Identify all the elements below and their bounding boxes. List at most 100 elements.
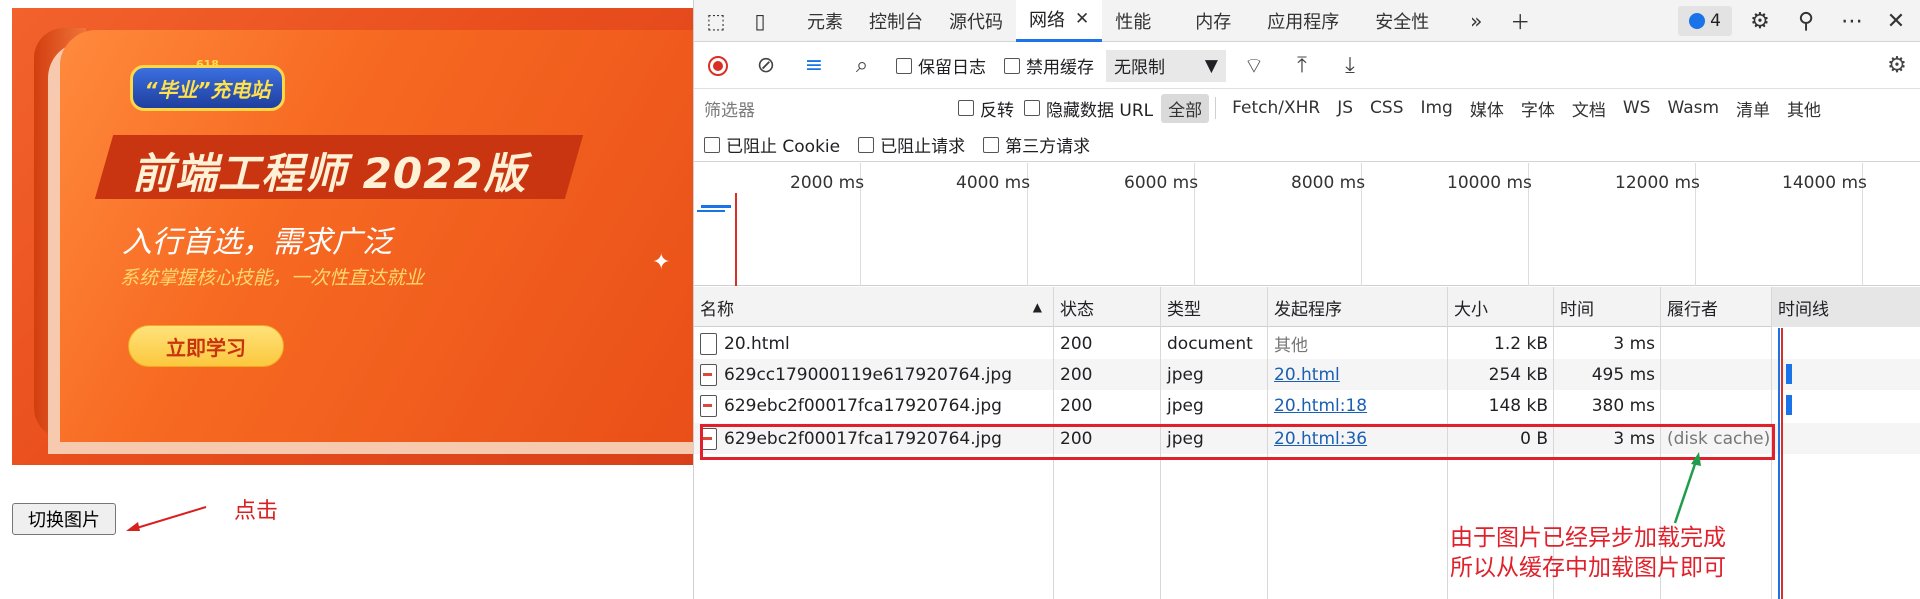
- filter-type-font[interactable]: 字体: [1514, 94, 1562, 123]
- request-type: document: [1167, 333, 1253, 354]
- add-tab-icon[interactable]: ＋: [1498, 0, 1542, 42]
- invert-checkbox[interactable]: 反转: [958, 96, 1014, 121]
- filter-type-js[interactable]: JS: [1330, 96, 1360, 120]
- request-type: jpeg: [1167, 364, 1204, 385]
- inspect-element-icon[interactable]: ⬚: [694, 0, 738, 42]
- cache-explanation-note: 由于图片已经异步加载完成 所以从缓存中加载图片即可: [1450, 523, 1726, 583]
- tab-network-label: 网络: [1029, 10, 1065, 31]
- overview-tick-label: 2000 ms: [790, 173, 865, 193]
- preserve-log-box[interactable]: [896, 57, 912, 74]
- third-party-checkbox[interactable]: 第三方请求: [983, 132, 1090, 157]
- overview-bar: [697, 210, 725, 212]
- import-har-icon[interactable]: ⤒: [1278, 43, 1326, 89]
- column-time[interactable]: 时间: [1554, 287, 1594, 327]
- disable-cache-label: 禁用缓存: [1026, 58, 1094, 78]
- customize-icon[interactable]: ⚲: [1786, 0, 1826, 42]
- filter-type-img[interactable]: Img: [1413, 96, 1459, 120]
- overview-bar: [701, 205, 731, 208]
- arrow-annotation-icon: [1673, 452, 1701, 524]
- request-name: 20.html: [724, 333, 790, 354]
- issues-badge[interactable]: 4: [1678, 6, 1732, 36]
- overview-tick-label: 12000 ms: [1615, 173, 1700, 193]
- hide-data-urls-checkbox[interactable]: 隐藏数据 URL: [1024, 96, 1153, 121]
- filter-type-ws[interactable]: WS: [1616, 96, 1658, 120]
- filter-icon[interactable]: ≡: [790, 43, 838, 89]
- initiator-link[interactable]: 20.html: [1274, 365, 1340, 385]
- sort-ascending-icon: ▲: [1032, 300, 1042, 314]
- image-file-icon: [700, 394, 717, 417]
- learn-now-button[interactable]: 立即学习: [128, 325, 284, 367]
- network-conditions-icon[interactable]: ⌔: [1230, 43, 1278, 89]
- blocked-requests-label: 已阻止请求: [880, 137, 966, 157]
- banner-subtitle: 入行首选，需求广泛: [122, 225, 392, 260]
- overview-tick-label: 4000 ms: [956, 173, 1031, 193]
- blocked-requests-checkbox[interactable]: 已阻止请求: [858, 132, 965, 157]
- search-icon[interactable]: ⌕: [838, 43, 886, 89]
- close-devtools-icon[interactable]: ✕: [1876, 0, 1916, 42]
- close-icon[interactable]: ✕: [1075, 9, 1089, 29]
- filter-type-media[interactable]: 媒体: [1463, 94, 1511, 123]
- tab-application[interactable]: 应用程序: [1254, 0, 1352, 42]
- throttle-select[interactable]: 无限制 ▼: [1106, 49, 1226, 82]
- filter-type-doc[interactable]: 文档: [1565, 94, 1613, 123]
- tab-console[interactable]: 控制台: [856, 0, 936, 42]
- network-overview[interactable]: 2000 ms 4000 ms 6000 ms 8000 ms 10000 ms…: [694, 163, 1920, 286]
- column-initiator[interactable]: 发起程序: [1268, 287, 1342, 327]
- column-waterfall[interactable]: 时间线: [1772, 287, 1920, 327]
- disable-cache-checkbox[interactable]: 禁用缓存: [1004, 53, 1094, 78]
- tab-sources[interactable]: 源代码: [936, 0, 1016, 42]
- preserve-log-checkbox[interactable]: 保留日志: [896, 53, 986, 78]
- blocked-cookies-checkbox[interactable]: 已阻止 Cookie: [704, 132, 840, 157]
- column-name[interactable]: 名称 ▲: [694, 287, 1054, 327]
- request-initiator: 其他: [1274, 336, 1308, 356]
- filter-type-wasm[interactable]: Wasm: [1660, 96, 1726, 120]
- image-file-icon: [700, 363, 717, 386]
- highlight-box: [700, 424, 1775, 460]
- table-row[interactable]: 629cc179000119e617920764.jpg 200 jpeg 20…: [694, 359, 1920, 390]
- more-options-icon[interactable]: ⋯: [1832, 0, 1872, 42]
- request-name: 629ebc2f00017fca17920764.jpg: [724, 395, 1002, 416]
- tab-security[interactable]: 安全性: [1362, 0, 1442, 42]
- filter-input[interactable]: 筛选器: [702, 93, 948, 123]
- network-settings-icon[interactable]: ⚙: [1873, 43, 1920, 89]
- blocked-requests-box[interactable]: [858, 136, 875, 153]
- filter-type-css[interactable]: CSS: [1363, 96, 1410, 120]
- record-icon[interactable]: [694, 43, 742, 89]
- load-event-line: [735, 193, 737, 286]
- column-status[interactable]: 状态: [1054, 287, 1094, 327]
- invert-box[interactable]: [958, 100, 974, 116]
- request-name-cell: 629ebc2f00017fca17920764.jpg: [694, 390, 1054, 421]
- tab-elements[interactable]: 元素: [794, 0, 856, 42]
- disable-cache-box[interactable]: [1004, 57, 1020, 74]
- more-tabs-icon[interactable]: »: [1454, 0, 1498, 42]
- filter-type-all[interactable]: 全部: [1161, 93, 1210, 123]
- blocked-cookies-box[interactable]: [704, 136, 720, 153]
- third-party-box[interactable]: [983, 136, 1000, 153]
- settings-icon[interactable]: ⚙: [1740, 0, 1780, 42]
- table-row[interactable]: 20.html 200 document 其他 1.2 kB 3 ms: [694, 328, 1920, 359]
- tab-memory[interactable]: 内存: [1182, 0, 1244, 42]
- column-type[interactable]: 类型: [1161, 287, 1201, 327]
- device-toolbar-icon[interactable]: ▯: [738, 0, 782, 42]
- initiator-link[interactable]: 20.html:18: [1274, 396, 1367, 416]
- column-size[interactable]: 大小: [1448, 287, 1488, 327]
- table-row[interactable]: 629ebc2f00017fca17920764.jpg 200 jpeg 20…: [694, 390, 1920, 421]
- hide-data-urls-box[interactable]: [1024, 100, 1040, 116]
- clear-icon[interactable]: ⊘: [742, 43, 790, 89]
- filter-type-xhr[interactable]: Fetch/XHR: [1225, 96, 1327, 120]
- filter-type-other[interactable]: 其他: [1780, 94, 1828, 123]
- switch-image-button[interactable]: 切换图片: [12, 503, 116, 535]
- throttle-value: 无限制: [1114, 58, 1165, 78]
- request-time: 495 ms: [1591, 364, 1655, 385]
- request-initiator[interactable]: 20.html:18: [1268, 390, 1373, 421]
- load-event-line: [1781, 328, 1783, 599]
- filter-type-manifest[interactable]: 清单: [1729, 94, 1777, 123]
- filter-bar: 筛选器 反转 隐藏数据 URL 全部 Fetch/XHR JS CSS Img …: [694, 90, 1920, 126]
- request-size: 148 kB: [1488, 395, 1548, 416]
- invert-label: 反转: [980, 100, 1014, 121]
- request-initiator[interactable]: 20.html: [1268, 359, 1346, 390]
- column-fulfilled-by[interactable]: 履行者: [1661, 287, 1718, 327]
- export-har-icon[interactable]: ⤓: [1326, 43, 1374, 89]
- tab-network[interactable]: 网络 ✕: [1016, 0, 1103, 42]
- tab-performance[interactable]: 性能: [1102, 0, 1164, 42]
